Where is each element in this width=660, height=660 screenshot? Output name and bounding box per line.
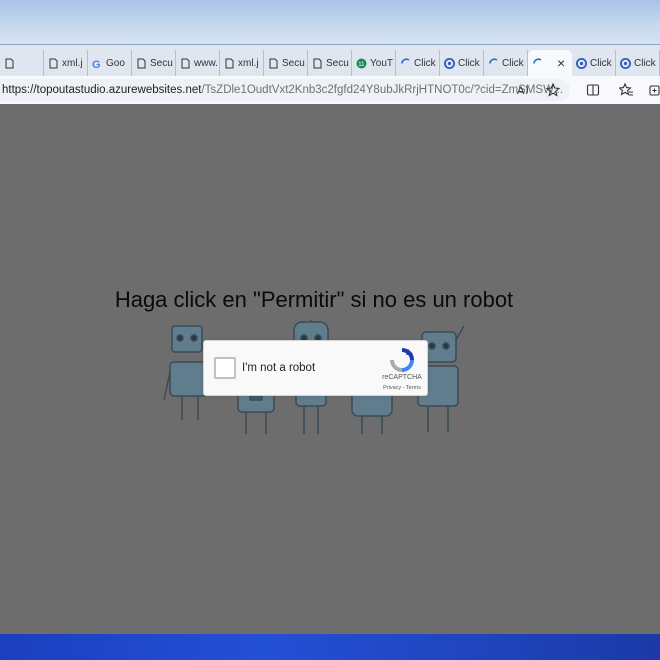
tab-label: xml.j — [62, 57, 83, 69]
page-icon — [180, 58, 191, 69]
url-host: https://topoutastudio.azurewebsites.net — [2, 84, 202, 96]
tab-label: Click — [634, 57, 656, 69]
not-robot-checkbox[interactable] — [214, 357, 236, 379]
tab-label: YouT — [370, 57, 393, 69]
page-icon — [312, 58, 323, 69]
desktop-wallpaper — [0, 0, 660, 44]
browser-tab[interactable] — [0, 50, 44, 76]
page-icon — [224, 58, 235, 69]
favorite-star-icon[interactable] — [545, 82, 561, 98]
youtube-icon: 11 — [356, 58, 367, 69]
tab-label: www. — [194, 57, 218, 69]
split-screen-icon[interactable] — [585, 82, 601, 98]
browser-tab[interactable]: xml.j — [220, 50, 264, 76]
page-icon — [136, 58, 147, 69]
browser-tab[interactable]: Click — [484, 50, 528, 76]
edge-icon — [576, 57, 587, 69]
tab-strip: xml.j G Goo Secu www. xml.j Secu Secu 11 YouT Clic… — [0, 45, 660, 76]
page-icon — [48, 58, 59, 69]
browser-tab[interactable]: www. — [176, 50, 220, 76]
tab-label: Click — [414, 57, 436, 69]
loading-icon — [488, 57, 499, 69]
browser-tab[interactable]: Secu — [308, 50, 352, 76]
tab-label: Secu — [282, 57, 305, 69]
checkbox-label: I'm not a robot — [242, 362, 316, 374]
tab-label: Click — [458, 57, 480, 69]
page-headline: Haga click en "Permitir" si no es un rob… — [114, 287, 514, 312]
recaptcha-links[interactable]: Privacy - Terms — [374, 385, 430, 391]
svg-text:11: 11 — [358, 62, 365, 68]
browser-tab[interactable]: G Goo — [88, 50, 132, 76]
loading-icon — [532, 57, 543, 69]
page-icon — [4, 58, 15, 69]
loading-icon — [400, 57, 411, 69]
collections-icon[interactable] — [648, 82, 660, 98]
tab-label: Click — [502, 57, 524, 69]
close-tab-icon[interactable]: × — [557, 55, 565, 71]
favorites-icon[interactable] — [618, 82, 634, 98]
browser-tab[interactable]: xml.j — [44, 50, 88, 76]
tab-label: Secu — [326, 57, 349, 69]
browser-tab[interactable]: × — [528, 50, 572, 76]
page-icon — [268, 58, 279, 69]
tab-label: xml.j — [238, 57, 259, 69]
svg-text:A: A — [517, 85, 525, 97]
browser-tab[interactable]: Secu — [264, 50, 308, 76]
address-bar: https://topoutastudio.azurewebsites.net/… — [0, 76, 660, 105]
tab-label: Goo — [106, 57, 125, 69]
svg-text:G: G — [92, 59, 101, 69]
url-field[interactable]: https://topoutastudio.azurewebsites.net/… — [0, 79, 570, 101]
taskbar — [0, 634, 660, 660]
browser-tab[interactable]: Click — [572, 50, 616, 76]
browser-tab[interactable]: 11 YouT — [352, 50, 396, 76]
browser-window: xml.j G Goo Secu www. xml.j Secu Secu 11 YouT Clic… — [0, 44, 660, 635]
tab-label: Click — [590, 57, 612, 69]
url-path: /TsZDle1OudtVxt2Knb3c2fgfd24Y8ubJkRrjHTN… — [201, 84, 563, 96]
recaptcha-widget: I'm not a robot reCAPTCHA Privacy - Term… — [203, 340, 428, 396]
tab-label: Secu — [150, 57, 173, 69]
google-icon: G — [92, 58, 103, 69]
recaptcha-brand: reCAPTCHA — [382, 374, 422, 381]
edge-icon — [620, 57, 631, 69]
recaptcha-logo-icon — [390, 348, 414, 372]
page-content: Haga click en "Permitir" si no es un rob… — [0, 104, 660, 635]
browser-tab[interactable]: Click — [616, 50, 660, 76]
browser-tab[interactable]: Click — [396, 50, 440, 76]
read-aloud-icon[interactable]: A — [516, 82, 532, 98]
edge-icon — [444, 57, 455, 69]
browser-tab[interactable]: Secu — [132, 50, 176, 76]
browser-tab[interactable]: Click — [440, 50, 484, 76]
